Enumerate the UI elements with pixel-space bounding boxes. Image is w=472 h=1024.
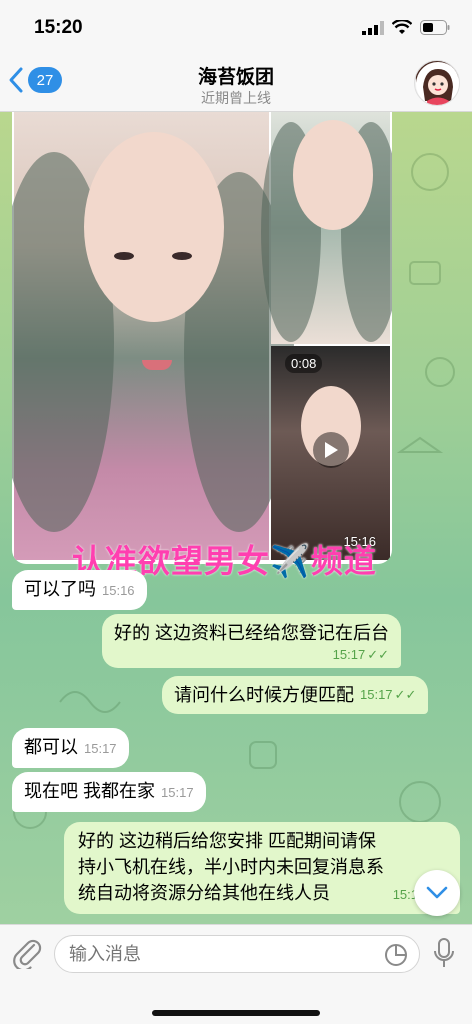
microphone-icon — [434, 938, 454, 967]
play-icon — [325, 442, 338, 458]
message-incoming[interactable]: 现在吧 我都在家 15:17 — [12, 772, 206, 812]
sticker-icon — [385, 944, 407, 966]
play-button[interactable] — [313, 432, 349, 468]
read-checkmarks-icon: ✓✓ — [394, 687, 417, 702]
photo-small[interactable] — [261, 112, 392, 344]
scroll-to-bottom-button[interactable] — [414, 870, 460, 916]
media-album: 0:08 15:16 — [12, 112, 392, 564]
message-time: 15:17 — [161, 785, 194, 800]
message-outgoing[interactable]: 好的 这边稍后给您安排 匹配期间请保 持小飞机在线，半小时内未回复消息系 统自动… — [64, 822, 460, 914]
attach-button[interactable] — [12, 937, 42, 974]
message-time: 15:17 — [360, 687, 393, 702]
message-text: 好的 这边资料已经给您登记在后台 — [114, 623, 389, 643]
message-time: 15:17 — [84, 741, 117, 756]
message-text: 都可以 — [24, 737, 78, 757]
chat-title: 海苔饭团 — [197, 67, 274, 88]
status-bar: 15:20 — [0, 0, 472, 54]
voice-record-button[interactable] — [432, 937, 456, 974]
avatar-illustration-icon — [416, 62, 459, 105]
status-time: 15:20 — [34, 17, 83, 38]
signal-icon — [362, 20, 384, 35]
wifi-icon — [392, 20, 412, 34]
message-input[interactable] — [54, 935, 420, 973]
battery-icon — [420, 20, 450, 35]
video-thumbnail[interactable]: 0:08 — [271, 346, 390, 560]
message-incoming[interactable]: 都可以 15:17 — [12, 728, 129, 768]
message-outgoing[interactable]: 请问什么时候方便匹配 15:17 ✓✓ — [162, 676, 429, 714]
paperclip-icon — [13, 939, 42, 972]
chevron-down-icon — [426, 886, 448, 899]
message-text-line: 持小飞机在线，半小时内未回复消息系 — [78, 857, 384, 877]
chat-area[interactable]: 0:08 15:16 认准欲望男女✈️频道 可以了吗 15:16 好的 这边资料已… — [0, 112, 472, 924]
message-time: 15:16 — [102, 583, 135, 598]
sticker-button[interactable] — [384, 943, 408, 972]
message-input-bar — [0, 924, 472, 1024]
message-text: 可以了吗 — [24, 579, 96, 599]
last-seen-status: 近期曾上线 — [201, 90, 271, 106]
contact-avatar[interactable] — [414, 60, 460, 106]
read-checkmarks-icon: ✓✓ — [367, 647, 389, 662]
home-indicator — [152, 1010, 320, 1016]
message-text-line: 好的 这边稍后给您安排 匹配期间请保 — [78, 831, 377, 851]
message-outgoing[interactable]: 好的 这边资料已经给您登记在后台 15:17 ✓✓ — [102, 614, 401, 668]
message-text: 请问什么时候方便匹配 — [174, 685, 354, 705]
photo-large[interactable] — [12, 112, 294, 560]
message-text-line: 统自动将资源分给其他在线人员 — [78, 883, 330, 903]
video-duration: 0:08 — [285, 354, 323, 373]
message-text: 现在吧 我都在家 — [24, 781, 156, 801]
message-incoming[interactable]: 可以了吗 15:16 — [12, 570, 147, 610]
status-icons — [362, 20, 450, 35]
chat-header: 27 海苔饭团 近期曾上线 — [0, 54, 472, 112]
message-time: 15:17 — [332, 647, 366, 662]
